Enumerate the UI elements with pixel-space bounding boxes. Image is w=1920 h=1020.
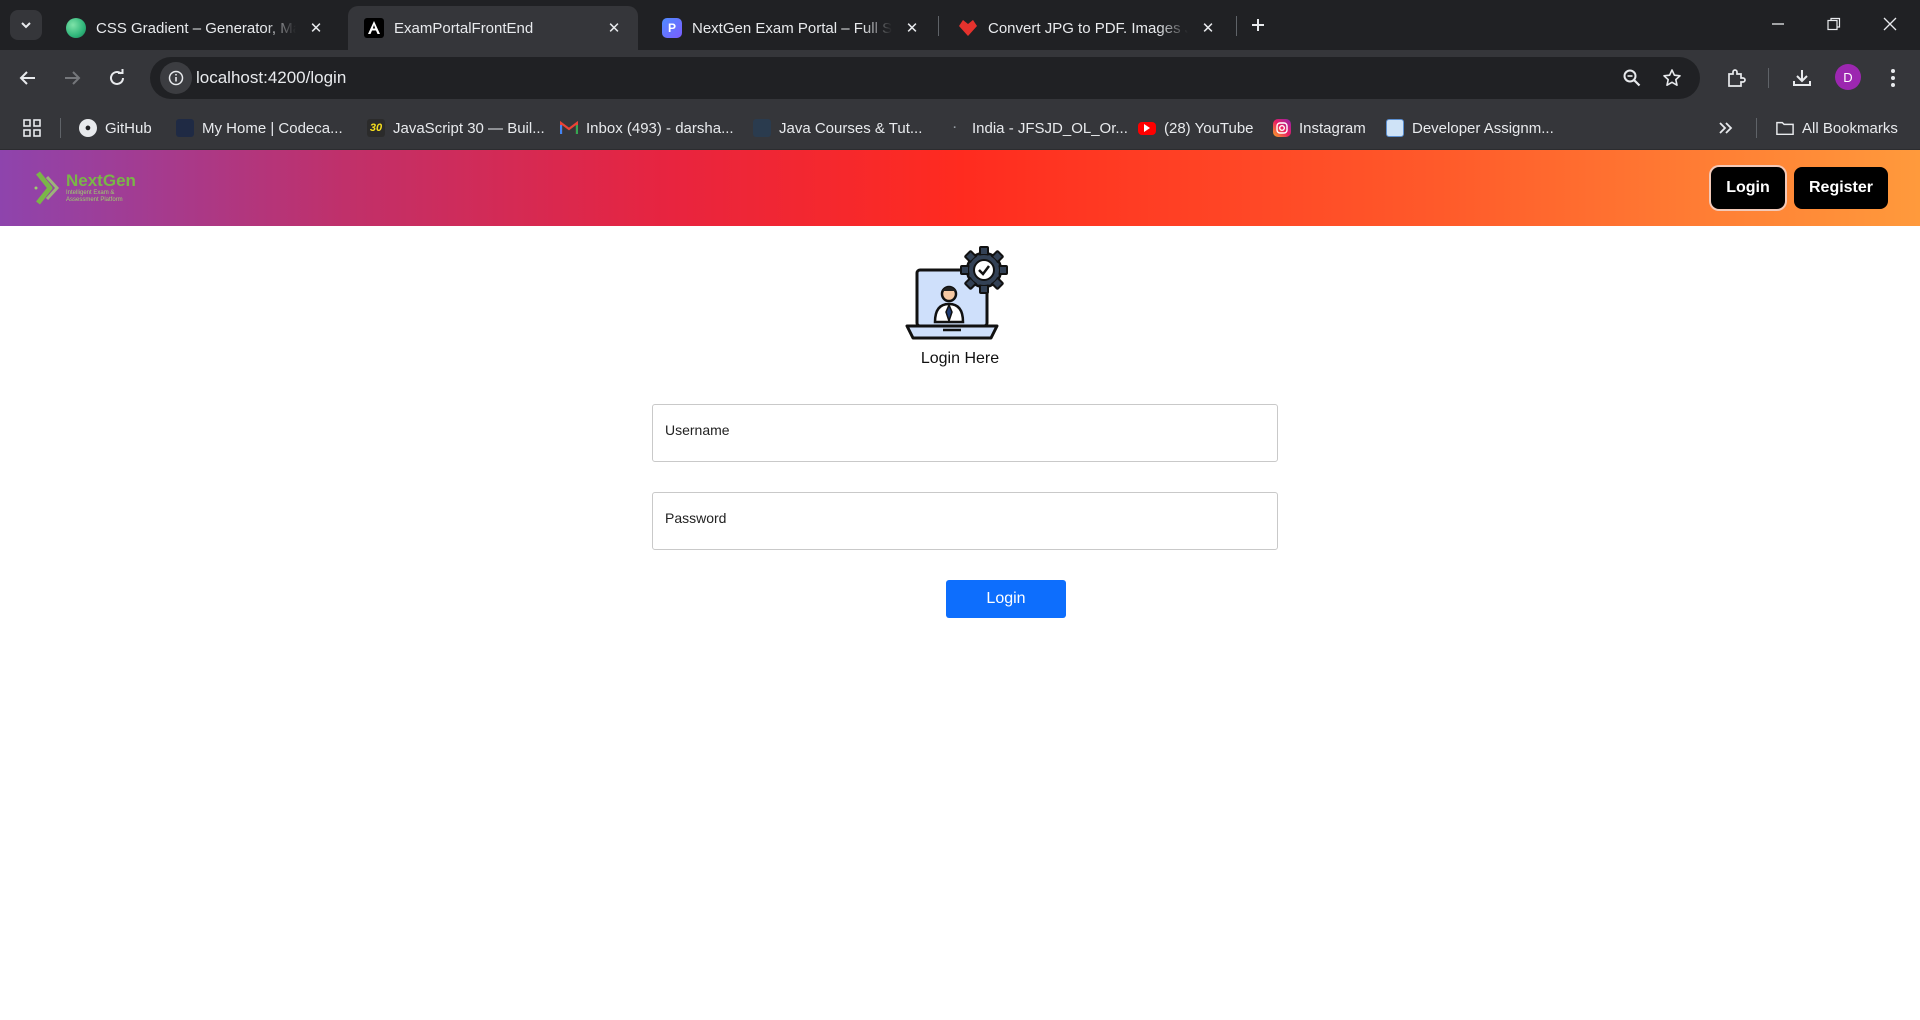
login-heading: Login Here (920, 350, 1000, 367)
double-chevron-right-icon (1719, 122, 1733, 134)
forward-button[interactable] (54, 60, 90, 96)
apps-grid-icon (23, 119, 41, 137)
address-bar[interactable]: localhost:4200/login (150, 57, 1700, 99)
tab-separator (1236, 16, 1237, 36)
close-icon[interactable]: ✕ (1198, 18, 1218, 38)
perplexity-favicon-icon: P (662, 18, 682, 38)
login-illustration-icon (905, 246, 1008, 340)
bookmark-java-courses[interactable]: Java Courses & Tut... (753, 116, 922, 140)
java-icon (753, 119, 771, 137)
brand-tagline: Intelligent Exam & Assessment Platform (66, 190, 123, 203)
bookmark-label: Java Courses & Tut... (779, 119, 923, 137)
ilovepdf-favicon-icon (958, 18, 978, 38)
arrow-right-icon (65, 71, 81, 85)
arrow-left-icon (19, 71, 35, 85)
assignment-icon (1386, 119, 1404, 137)
nav-login-button[interactable]: Login (1711, 167, 1785, 209)
bookmark-youtube[interactable]: (28) YouTube (1138, 116, 1254, 140)
bookmark-gmail[interactable]: Inbox (493) - darsha... (560, 116, 734, 140)
bookmark-javascript30[interactable]: 30 JavaScript 30 — Buil... (367, 116, 545, 140)
tab-title: ExamPortalFrontEnd (394, 19, 534, 37)
app-navbar: NextGen Intelligent Exam & Assessment Pl… (0, 150, 1920, 226)
bookmark-label: (28) YouTube (1164, 119, 1254, 137)
url-text[interactable]: localhost:4200/login (196, 68, 346, 88)
tab-title: NextGen Exam Portal – Full Stack (692, 19, 892, 37)
browser-tab-strip: CSS Gradient – Generator, Maker, and Mor… (0, 0, 1920, 50)
extensions-icon[interactable] (1722, 64, 1750, 92)
kebab-menu-icon[interactable] (1879, 64, 1907, 92)
brand-text: NextGen Intelligent Exam & Assessment Pl… (66, 172, 146, 204)
folder-icon (1776, 119, 1794, 137)
nav-register-button[interactable]: Register (1794, 167, 1888, 209)
codecademy-icon (176, 119, 194, 137)
chevron-down-icon (21, 22, 31, 29)
tab-title: Convert JPG to PDF. Images JPG to PDF (988, 19, 1188, 37)
bookmark-codecademy[interactable]: My Home | Codeca... (176, 116, 343, 140)
bookmark-label: Inbox (493) - darsha... (586, 119, 734, 137)
browser-toolbar: localhost:4200/login D (0, 50, 1920, 106)
more-bookmarks-button[interactable] (1718, 116, 1734, 140)
bookmarks-separator (1756, 118, 1757, 138)
bookmark-label: Developer Assignm... (1412, 119, 1554, 137)
bookmark-label: Instagram (1299, 119, 1366, 137)
close-window-button[interactable] (1862, 0, 1918, 48)
tab-search-button[interactable] (10, 10, 42, 40)
close-icon[interactable]: ✕ (604, 18, 624, 38)
close-window-icon (1883, 17, 1897, 31)
bookmark-label: JavaScript 30 — Buil... (393, 119, 545, 137)
bookmarks-separator (60, 118, 61, 138)
restore-button[interactable] (1806, 0, 1862, 48)
browser-tab[interactable]: CSS Gradient – Generator, Maker, and Mor… (50, 6, 340, 50)
minimize-button[interactable] (1750, 0, 1806, 48)
bookmark-label: India - JFSJD_OL_Or... (972, 119, 1128, 137)
all-bookmarks-button[interactable]: All Bookmarks (1776, 116, 1898, 140)
password-field[interactable]: Password (652, 492, 1278, 550)
apps-button[interactable] (22, 116, 42, 140)
bookmark-label: GitHub (105, 119, 152, 137)
bookmark-label: My Home | Codeca... (202, 119, 343, 137)
bookmark-instagram[interactable]: Instagram (1273, 116, 1366, 140)
bookmark-github[interactable]: ● GitHub (79, 116, 152, 140)
username-input[interactable] (665, 435, 1265, 457)
angular-favicon-icon (364, 18, 384, 38)
site-info-icon[interactable] (160, 62, 192, 94)
close-icon[interactable]: ✕ (306, 18, 326, 38)
brand-logo[interactable]: NextGen Intelligent Exam & Assessment Pl… (34, 166, 154, 210)
restore-icon (1827, 17, 1841, 31)
css-gradient-favicon-icon (66, 18, 86, 38)
bookmarks-bar: ● GitHub My Home | Codeca... 30 JavaScri… (0, 106, 1920, 150)
brand-name: NextGen (66, 171, 136, 190)
login-submit-button[interactable]: Login (946, 580, 1066, 618)
tab-title: CSS Gradient – Generator, Maker, and Mor… (96, 19, 296, 37)
minimize-icon (1772, 23, 1784, 25)
toolbar-separator (1768, 68, 1769, 88)
browser-tab[interactable]: Convert JPG to PDF. Images JPG to PDF ✕ (942, 6, 1232, 50)
nextgen-logo-icon (34, 171, 60, 205)
bookmark-star-icon[interactable] (1658, 64, 1686, 92)
back-button[interactable] (10, 60, 46, 96)
profile-avatar[interactable]: D (1835, 64, 1861, 90)
username-field[interactable]: Username (652, 404, 1278, 462)
bookmark-developer-assignment[interactable]: Developer Assignm... (1386, 116, 1554, 140)
zoom-icon[interactable] (1618, 64, 1646, 92)
reload-button[interactable] (99, 60, 135, 96)
globe-icon: · (953, 122, 957, 134)
tab-separator (938, 16, 939, 36)
reload-icon (110, 69, 124, 85)
downloads-icon[interactable] (1788, 64, 1816, 92)
all-bookmarks-label: All Bookmarks (1802, 119, 1898, 137)
close-icon[interactable]: ✕ (902, 18, 922, 38)
gmail-icon (560, 119, 578, 137)
instagram-icon (1273, 119, 1291, 137)
youtube-icon (1138, 121, 1156, 135)
new-tab-button[interactable] (1245, 12, 1271, 38)
js30-icon: 30 (367, 119, 385, 137)
plus-icon (1252, 19, 1264, 31)
bookmark-india-jfsjd[interactable]: · India - JFSJD_OL_Or... (946, 116, 1128, 140)
browser-tab[interactable]: P NextGen Exam Portal – Full Stack ✕ (646, 6, 936, 50)
github-icon: ● (79, 119, 97, 137)
browser-tab-active[interactable]: ExamPortalFrontEnd ✕ (348, 6, 638, 50)
password-input[interactable] (665, 523, 1265, 545)
